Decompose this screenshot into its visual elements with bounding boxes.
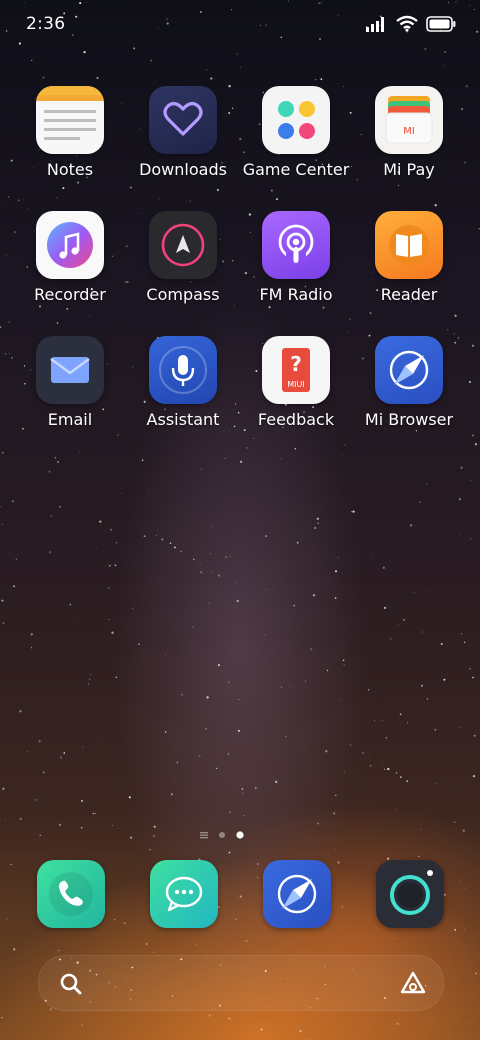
triangle-shortcut-icon[interactable] [399, 970, 427, 996]
status-time: 2:36 [26, 14, 66, 34]
app-fm-radio[interactable]: FM Radio [240, 211, 352, 304]
feedback-badge: MIUI [287, 380, 304, 389]
app-label: Mi Pay [383, 160, 435, 179]
app-reader[interactable]: Reader [353, 211, 465, 304]
app-assistant[interactable]: Assistant [127, 336, 239, 429]
wifi-icon [396, 15, 418, 32]
app-label: Mi Browser [364, 410, 454, 429]
music-note-icon [36, 211, 104, 279]
app-mi-browser[interactable]: Mi Browser [353, 336, 465, 429]
search-bar[interactable] [38, 955, 444, 1011]
signal-icon [366, 16, 384, 32]
messages-icon[interactable] [150, 860, 218, 928]
app-feedback[interactable]: ? MIUI Feedback [240, 336, 352, 429]
app-label: Email [47, 410, 93, 429]
book-icon [375, 211, 443, 279]
question-icon: ? MIUI [262, 336, 330, 404]
search-icon[interactable] [59, 972, 83, 996]
app-compass[interactable]: Compass [127, 211, 239, 304]
app-mi-pay[interactable]: MI Mi Pay [353, 86, 465, 179]
app-label: Feedback [257, 410, 335, 429]
compass-arrow-icon [149, 211, 217, 279]
envelope-icon [36, 336, 104, 404]
app-notes[interactable]: Notes [14, 86, 126, 179]
wallet-icon: MI [375, 86, 443, 154]
browser-icon[interactable] [263, 860, 331, 928]
battery-icon [426, 15, 456, 32]
svg-text:?: ? [290, 352, 302, 376]
page-dot[interactable] [219, 832, 225, 838]
camera-icon[interactable] [376, 860, 444, 928]
page-menu-icon [200, 832, 208, 839]
game-dots-icon [262, 86, 330, 154]
app-label: Notes [46, 160, 94, 179]
app-label: Downloads [139, 160, 227, 179]
microphone-icon [149, 336, 217, 404]
app-label: Compass [146, 285, 220, 304]
app-label: Reader [380, 285, 438, 304]
podcast-icon [262, 211, 330, 279]
dock [0, 858, 480, 930]
heart-icon [149, 86, 217, 154]
app-recorder[interactable]: Recorder [14, 211, 126, 304]
app-email[interactable]: Email [14, 336, 126, 429]
browser-compass-icon [375, 336, 443, 404]
app-game-center[interactable]: Game Center [240, 86, 352, 179]
phone-icon[interactable] [37, 860, 105, 928]
app-label: Assistant [146, 410, 220, 429]
app-label: Game Center [242, 160, 350, 179]
notes-icon [36, 86, 104, 154]
status-bar: 2:36 [0, 0, 480, 52]
app-downloads[interactable]: Downloads [127, 86, 239, 179]
mi-pay-logo: MI [403, 126, 415, 137]
page-dot-active[interactable] [236, 831, 244, 839]
app-label: FM Radio [259, 285, 333, 304]
page-indicator [200, 831, 244, 839]
app-label: Recorder [34, 285, 106, 304]
